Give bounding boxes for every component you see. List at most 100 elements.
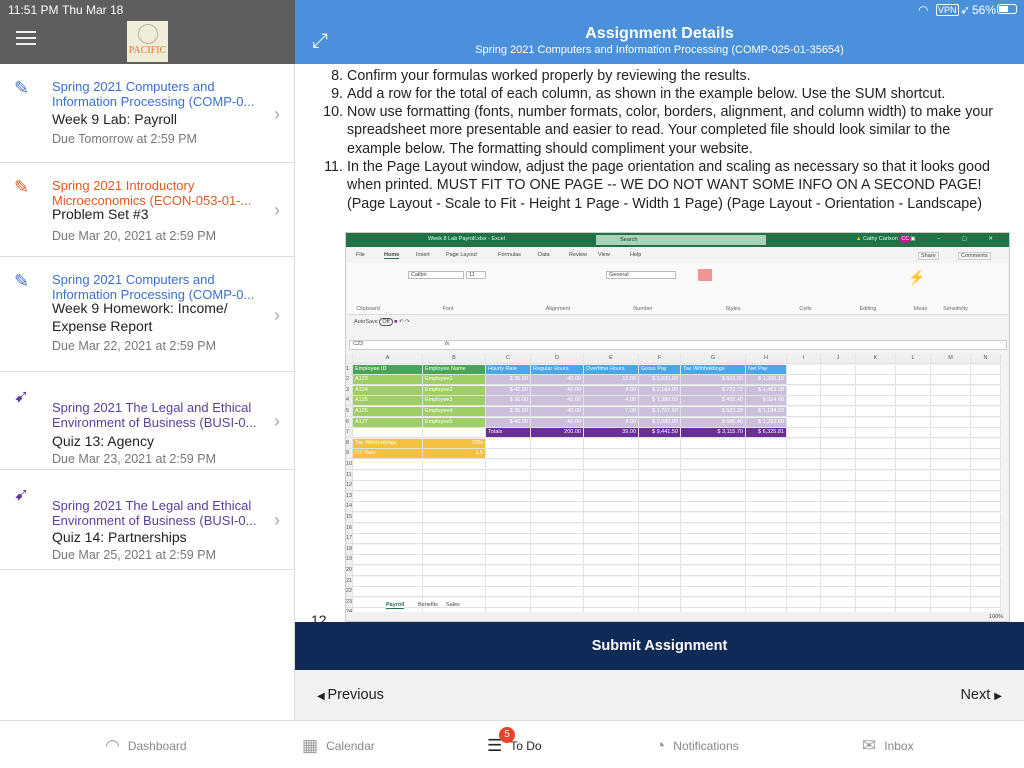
todo-badge: 5 xyxy=(499,727,515,743)
sheet-cell: Overtime Hours xyxy=(584,364,639,375)
submit-assignment-button[interactable]: Submit Assignment xyxy=(295,622,1024,670)
sheet-cell xyxy=(639,544,681,555)
sheet-cell xyxy=(639,460,681,470)
tab-label: Notifications xyxy=(673,739,739,753)
item-course: Spring 2021 Computers and Information Pr… xyxy=(52,272,255,302)
sheet-cell: Employee5 xyxy=(423,417,486,428)
sheet-cell xyxy=(746,470,787,481)
ribbon-tab-insert: Insert xyxy=(416,252,430,258)
battery-icon xyxy=(997,4,1017,14)
previous-button[interactable]: ◀ Previous xyxy=(317,687,384,703)
sheet-cell: Regular Hours xyxy=(531,364,584,375)
sheet-cell xyxy=(896,513,931,523)
sheet-cell: $ 1,360.10 xyxy=(746,375,787,386)
sheet-cell xyxy=(787,364,821,375)
ribbon-tab-formulas: Formulas xyxy=(498,252,521,258)
sheet-cell: Employee ID xyxy=(353,364,423,375)
status-time: 11:51 PM xyxy=(8,3,59,17)
menu-icon[interactable] xyxy=(16,31,36,45)
item-due: Due Mar 22, 2021 at 2:59 PM xyxy=(52,339,216,353)
sheet-cell xyxy=(486,460,531,470)
sheet-cell xyxy=(896,396,931,407)
sheet-cell xyxy=(856,502,896,513)
sheet-cell: 39.00 xyxy=(584,428,639,439)
sheet-cell xyxy=(931,428,971,439)
tab-dashboard[interactable]: ◠ Dashboard xyxy=(105,736,187,756)
sheet-cell xyxy=(584,566,639,576)
sheet-cell xyxy=(971,481,1001,492)
sheet-tab-payroll: Payroll xyxy=(386,602,405,609)
sheet-cell: 4.00 xyxy=(584,396,639,407)
sheet-cell xyxy=(531,534,584,545)
sheet-cell xyxy=(639,534,681,545)
sheet-cell xyxy=(423,523,486,534)
item-course: Spring 2021 The Legal and Ethical Enviro… xyxy=(52,400,257,430)
sheet-cell xyxy=(531,555,584,566)
step-text: Now use formatting (fonts, number format… xyxy=(347,104,994,157)
tab-inbox[interactable]: ✉ Inbox xyxy=(862,736,914,756)
sheet-cell xyxy=(486,523,531,534)
sheet-cell xyxy=(821,438,856,449)
column-header: N xyxy=(971,354,1001,364)
instruction-step: 10. Now use formatting (fonts, number for… xyxy=(311,103,1001,158)
step-number: 11. xyxy=(324,159,343,175)
todo-item[interactable]: ➹ Spring 2021 The Legal and Ethical Envir… xyxy=(0,470,294,570)
column-header: K xyxy=(856,354,896,364)
sheet-row: 7 Totals 200.00 39.00 $ 9,441.50 $ 3,115.70 $ … xyxy=(346,428,1001,439)
sheet-cell xyxy=(353,491,423,502)
sheet-cell xyxy=(896,385,931,396)
tab-notifications[interactable]: ◔ Notifications xyxy=(655,736,739,756)
row-number: 5 xyxy=(346,407,353,417)
ribbon-group-cells: Cells xyxy=(799,306,812,312)
column-header: E xyxy=(584,354,639,364)
sheet-cell xyxy=(856,460,896,470)
sheet-cell xyxy=(584,449,639,460)
sheet-cell xyxy=(787,513,821,523)
status-date: Thu Mar 18 xyxy=(62,3,124,17)
sheet-cell xyxy=(971,396,1001,407)
sheet-row: 8 Tax Withholdings 33% xyxy=(346,438,1001,449)
sheet-cell xyxy=(971,449,1001,460)
sheet-cell xyxy=(856,417,896,428)
sheet-cell xyxy=(639,438,681,449)
row-number: 18 xyxy=(346,544,353,555)
column-header: A xyxy=(353,354,423,364)
next-button[interactable]: Next ▶ xyxy=(960,687,1002,703)
sheet-cell xyxy=(856,407,896,417)
sheet-cell xyxy=(584,555,639,566)
tab-calendar[interactable]: ▦ Calendar xyxy=(302,736,375,756)
sheet-row: 5 A126 Employee4 $ 35.00 40.00 7.00 $ 1,767.50… xyxy=(346,407,1001,417)
sheet-cell xyxy=(821,460,856,470)
sheet-cell xyxy=(896,502,931,513)
sheet-cell: Hourly Rate xyxy=(486,364,531,375)
sheet-cell xyxy=(931,566,971,576)
sheet-cell xyxy=(531,513,584,523)
sheet-cell: $ 1,767.50 xyxy=(639,407,681,417)
sheet-row: 19 xyxy=(346,555,1001,566)
sheet-cell xyxy=(486,502,531,513)
sheet-cell xyxy=(531,491,584,502)
sheet-cell: 1.5 xyxy=(423,449,486,460)
sheet-cell: A126 xyxy=(353,407,423,417)
wifi-icon: ◠ xyxy=(918,3,929,17)
row-number: 14 xyxy=(346,502,353,513)
todo-item[interactable]: ✎ Spring 2021 Computers and Information P… xyxy=(0,257,294,372)
sheet-cell xyxy=(931,555,971,566)
tab-to-do[interactable]: ☰ To Do xyxy=(487,736,542,756)
todo-item[interactable]: ✎ Spring 2021 Introductory Microeconomics… xyxy=(0,163,294,257)
sheet-cell xyxy=(639,491,681,502)
sheet-cell xyxy=(681,449,746,460)
sheet-cell xyxy=(896,576,931,587)
column-headers: ABCDEFGHIJKLMN xyxy=(346,354,1001,364)
todo-item[interactable]: ✎ Spring 2021 Computers and Information P… xyxy=(0,64,294,163)
todo-item[interactable]: ➹ Spring 2021 The Legal and Ethical Envir… xyxy=(0,372,294,470)
sheet-cell xyxy=(821,407,856,417)
autosave-label: AutoSave xyxy=(354,319,378,325)
sheet-cell xyxy=(821,576,856,587)
item-due: Due Mar 23, 2021 at 2:59 PM xyxy=(52,452,216,466)
sheet-cell: A124 xyxy=(353,385,423,396)
comments-button: Comments xyxy=(958,252,991,260)
sheet-cell xyxy=(787,502,821,513)
sheet-cell xyxy=(896,460,931,470)
sheet-cell xyxy=(821,364,856,375)
